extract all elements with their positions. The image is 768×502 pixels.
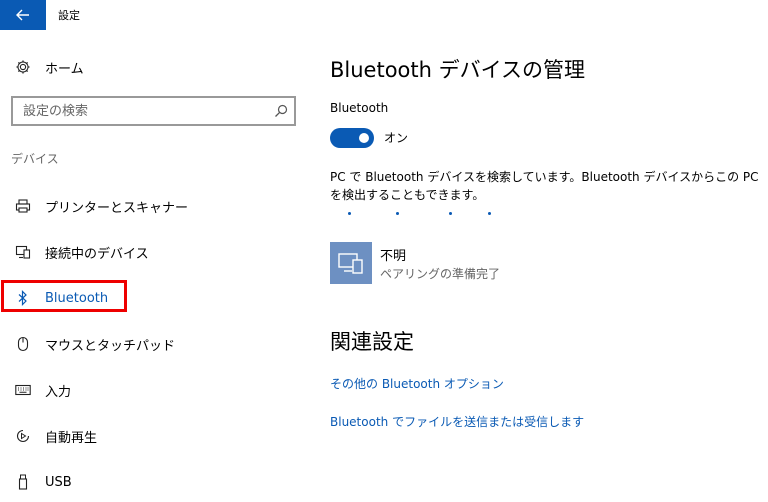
search-box[interactable] — [11, 96, 296, 126]
bluetooth-toggle[interactable] — [330, 128, 374, 148]
device-status: ペアリングの準備完了 — [380, 267, 501, 281]
sidebar-item-label: 入力 — [45, 384, 72, 400]
related-settings-title: 関連設定 — [330, 330, 414, 354]
mouse-icon — [14, 335, 32, 353]
sidebar-item-usb[interactable]: USB — [0, 466, 300, 498]
gear-icon — [14, 58, 32, 76]
search-icon[interactable] — [274, 104, 288, 118]
sidebar-item-autoplay[interactable]: 自動再生 — [0, 420, 300, 452]
sidebar: ホーム デバイス プリンターとスキャナー 接続中のデバイス — [0, 30, 315, 502]
send-receive-files-link[interactable]: Bluetooth でファイルを送信または受信します — [330, 413, 584, 430]
device-name: 不明 — [380, 249, 407, 264]
sidebar-item-label: プリンターとスキャナー — [45, 200, 189, 216]
search-description: PC で Bluetooth デバイスを検索しています。Bluetooth デバ… — [330, 170, 759, 202]
device-icon — [330, 242, 372, 284]
sidebar-item-label: 自動再生 — [45, 430, 98, 446]
toggle-knob — [359, 133, 369, 143]
sidebar-item-connected-devices[interactable]: 接続中のデバイス — [0, 236, 300, 268]
device-item[interactable]: 不明 ペアリングの準備完了 — [330, 242, 630, 286]
more-bluetooth-options-link[interactable]: その他の Bluetooth オプション — [330, 375, 504, 392]
progress-dot — [396, 212, 399, 215]
sidebar-item-input[interactable]: 入力 — [0, 374, 300, 406]
sidebar-item-label: マウスとタッチパッド — [45, 338, 176, 354]
search-input[interactable] — [23, 102, 263, 120]
window-title: 設定 — [58, 9, 80, 22]
progress-dot — [449, 212, 452, 215]
back-button[interactable] — [0, 0, 46, 30]
section-heading: デバイス — [11, 152, 59, 166]
usb-icon — [14, 473, 32, 491]
page-title: Bluetooth デバイスの管理 — [330, 58, 585, 82]
sidebar-item-label: ホーム — [45, 61, 84, 77]
toggle-state-text: オン — [384, 131, 409, 145]
progress-dot — [348, 212, 351, 215]
connected-devices-icon — [14, 243, 32, 261]
sidebar-item-mouse[interactable]: マウスとタッチパッド — [0, 328, 300, 360]
printer-icon — [14, 197, 32, 215]
sidebar-item-label: USB — [45, 474, 72, 490]
sidebar-item-home[interactable]: ホーム — [0, 52, 300, 82]
sidebar-item-printers[interactable]: プリンターとスキャナー — [0, 190, 300, 222]
autoplay-icon — [14, 427, 32, 445]
searching-progress-dots — [348, 212, 508, 218]
sidebar-item-label: 接続中のデバイス — [45, 246, 149, 262]
bluetooth-toggle-label: Bluetooth — [330, 101, 389, 115]
keyboard-icon — [14, 381, 32, 399]
highlight-frame — [1, 280, 127, 312]
progress-dot — [488, 212, 491, 215]
back-arrow-icon — [16, 9, 29, 21]
title-bar: 設定 — [0, 0, 768, 30]
